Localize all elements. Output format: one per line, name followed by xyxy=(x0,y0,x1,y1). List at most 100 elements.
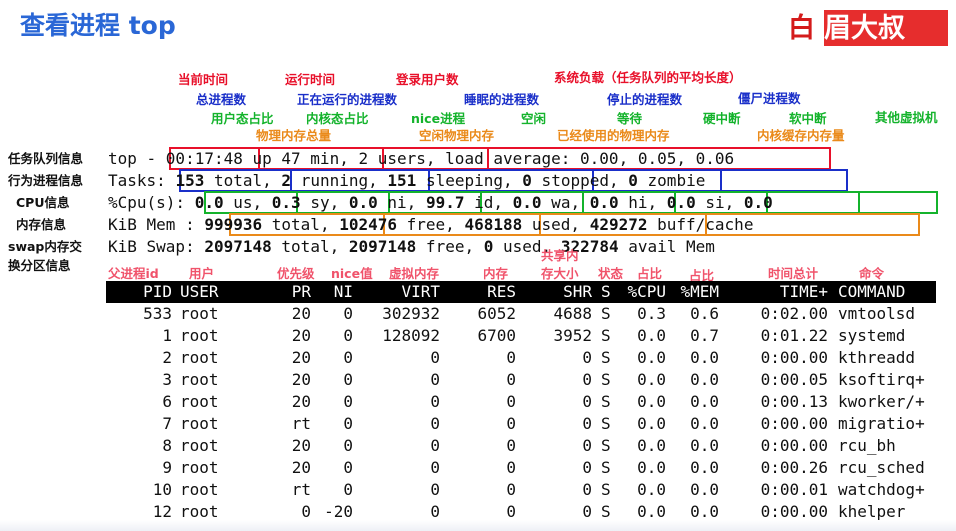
col-ann-pid: 父进程id xyxy=(108,266,159,281)
cell-virt: 0 xyxy=(430,414,440,433)
cell-time: 0:00.26 xyxy=(760,458,828,477)
col-ann-pr: 优先级 xyxy=(277,266,315,281)
cell-virt: 128092 xyxy=(382,326,440,345)
cell-mem: 0.0 xyxy=(690,458,719,477)
cell-state: S xyxy=(601,392,611,411)
cell-mem: 0.0 xyxy=(690,414,719,433)
label-process-info: 行为进程信息 xyxy=(8,173,84,188)
cell-mem: 0.7 xyxy=(690,326,719,345)
cell-res: 0 xyxy=(506,348,516,367)
col-header-pr: PR xyxy=(291,282,311,301)
ann-login-users: 登录用户数 xyxy=(396,72,459,87)
top-line-2: Tasks: 153 total, 2 running, 151 sleepin… xyxy=(108,171,706,190)
cell-time: 0:00.05 xyxy=(760,370,828,389)
col-ann-shr-1: 共享内 xyxy=(541,248,579,263)
cell-virt: 0 xyxy=(430,348,440,367)
ann-sleeping-procs: 睡眠的进程数 xyxy=(464,92,540,107)
cell-pr: 20 xyxy=(291,370,311,389)
col-ann-shr-2: 存大小 xyxy=(541,266,579,281)
cell-pid: 2 xyxy=(162,348,172,367)
label-swap-2: 换分区信息 xyxy=(8,258,71,273)
cell-command: kthreadd xyxy=(838,348,916,367)
cell-time: 0:02.00 xyxy=(760,304,828,323)
cell-state: S xyxy=(601,458,611,477)
cell-time: 0:00.00 xyxy=(760,414,828,433)
cell-command: rcu_bh xyxy=(838,436,896,455)
col-header-state: S xyxy=(601,282,611,301)
cell-mem: 0.0 xyxy=(690,480,719,499)
brand-logo: 白 眉大叔 xyxy=(788,8,948,46)
top-line-5: KiB Swap: 2097148 total, 2097148 free, 0… xyxy=(108,237,715,256)
col-header-virt: VIRT xyxy=(401,282,440,301)
ann-buff: 内核缓存内存量 xyxy=(757,128,845,143)
col-header-shr: SHR xyxy=(563,282,592,301)
logo-text-left: 白 xyxy=(788,13,816,44)
cell-mem: 0.0 xyxy=(690,436,719,455)
cell-command: systemd xyxy=(838,326,906,345)
col-ann-user: 用户 xyxy=(189,266,215,281)
cell-pid: 8 xyxy=(162,436,172,455)
cell-user: root xyxy=(180,480,219,499)
cell-pid: 9 xyxy=(162,458,172,477)
col-ann-s: 状态 xyxy=(598,266,624,281)
cell-cpu: 0.0 xyxy=(637,480,666,499)
cell-ni: 0 xyxy=(343,304,353,323)
cell-state: S xyxy=(601,348,611,367)
cell-user: root xyxy=(180,436,219,455)
ann-load: 系统负载（任务队列的平均长度） xyxy=(554,70,742,85)
col-header-cpu: %CPU xyxy=(627,282,666,301)
cell-mem: 0.6 xyxy=(690,304,719,323)
cell-ni: 0 xyxy=(343,458,353,477)
label-cpu: CPU信息 xyxy=(16,195,70,210)
cell-command: ksoftirq+ xyxy=(838,370,925,389)
top-line-3: %Cpu(s): 0.0 us, 0.3 sy, 0.0 ni, 99.7 id… xyxy=(108,193,773,212)
cell-shr: 0 xyxy=(582,458,592,477)
cell-pr: 20 xyxy=(291,392,311,411)
bottom-fade xyxy=(0,520,956,531)
col-header-user: USER xyxy=(180,282,219,301)
cell-user: root xyxy=(180,414,219,433)
box-zombie xyxy=(720,169,848,192)
col-ann-ni: nice值 xyxy=(331,266,373,281)
ann-hi: 硬中断 xyxy=(703,111,741,126)
col-header-ni: NI xyxy=(333,282,353,301)
col-header-mem: %MEM xyxy=(680,282,719,301)
cell-state: S xyxy=(601,326,611,345)
ann-zombie-procs: 僵尸进程数 xyxy=(738,91,801,106)
cell-pr: 20 xyxy=(291,436,311,455)
cell-ni: 0 xyxy=(343,392,353,411)
cell-shr: 0 xyxy=(582,370,592,389)
cell-virt: 0 xyxy=(430,392,440,411)
cell-mem: 0.0 xyxy=(690,392,719,411)
ann-total-procs: 总进程数 xyxy=(196,92,247,107)
cell-command: kworker/+ xyxy=(838,392,925,411)
cell-ni: 0 xyxy=(343,370,353,389)
cell-shr: 0 xyxy=(582,348,592,367)
ann-run-time: 运行时间 xyxy=(285,72,336,87)
cell-user: root xyxy=(180,348,219,367)
col-ann-res: 内存 xyxy=(483,266,509,281)
cell-shr: 4688 xyxy=(553,304,592,323)
col-ann-cmd: 命令 xyxy=(859,266,885,281)
col-ann-time: 时间总计 xyxy=(768,266,819,281)
cell-shr: 3952 xyxy=(553,326,592,345)
col-ann-cpu: 占比 xyxy=(637,266,663,281)
cell-pr: 20 xyxy=(291,458,311,477)
cell-state: S xyxy=(601,304,611,323)
label-mem: 内存信息 xyxy=(16,217,67,232)
cell-user: root xyxy=(180,458,219,477)
cell-state: S xyxy=(601,414,611,433)
cell-shr: 0 xyxy=(582,392,592,411)
cell-user: root xyxy=(180,326,219,345)
cell-time: 0:00.13 xyxy=(760,392,828,411)
cell-cpu: 0.0 xyxy=(637,414,666,433)
cell-cpu: 0.3 xyxy=(637,304,666,323)
cell-pr: rt xyxy=(291,480,311,499)
cell-res: 0 xyxy=(506,370,516,389)
cell-user: root xyxy=(180,304,219,323)
page-title: 查看进程 top xyxy=(20,11,176,40)
cell-pid: 1 xyxy=(162,326,172,345)
cell-time: 0:00.00 xyxy=(760,436,828,455)
ann-id: 空闲 xyxy=(521,111,547,126)
cell-res: 6052 xyxy=(477,304,516,323)
